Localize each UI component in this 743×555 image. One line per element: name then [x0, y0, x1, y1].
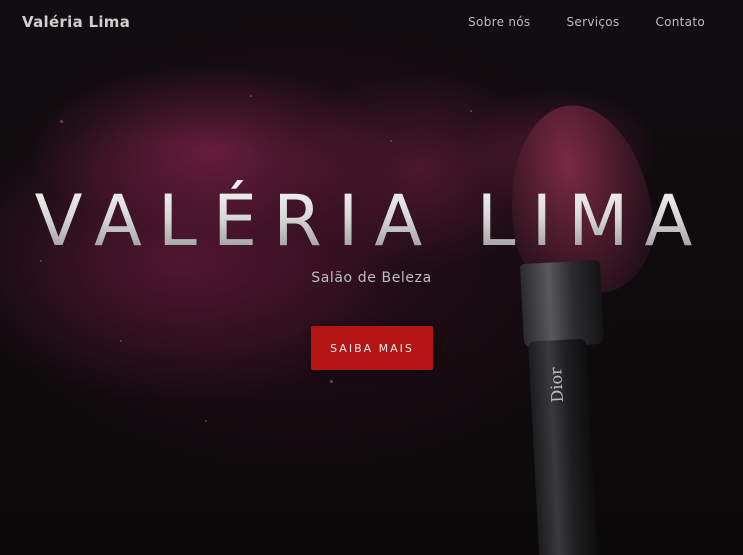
hero-title: VALÉRIA LIMA	[0, 180, 743, 262]
saiba-mais-button[interactable]: SAIBA MAIS	[311, 326, 433, 370]
powder-speck	[60, 120, 63, 123]
nav-links: Sobre nós Serviços Contato	[468, 15, 705, 29]
powder-speck	[120, 340, 122, 342]
powder-speck	[330, 380, 333, 383]
powder-speck	[250, 95, 252, 97]
brush-logo: Dior	[546, 366, 567, 403]
hero-subtitle: Salão de Beleza	[311, 270, 432, 286]
powder-speck	[205, 420, 207, 422]
powder-speck	[390, 140, 392, 142]
powder-speck	[470, 110, 472, 112]
nav-link-sobre-nos[interactable]: Sobre nós	[468, 15, 530, 29]
hero-section: Dior Valéria Lima Sobre nós Serviços Con…	[0, 0, 743, 555]
brand-logo[interactable]: Valéria Lima	[22, 13, 130, 31]
nav-link-contato[interactable]: Contato	[655, 15, 705, 29]
top-nav: Valéria Lima Sobre nós Serviços Contato	[0, 0, 743, 44]
nav-link-servicos[interactable]: Serviços	[566, 15, 619, 29]
